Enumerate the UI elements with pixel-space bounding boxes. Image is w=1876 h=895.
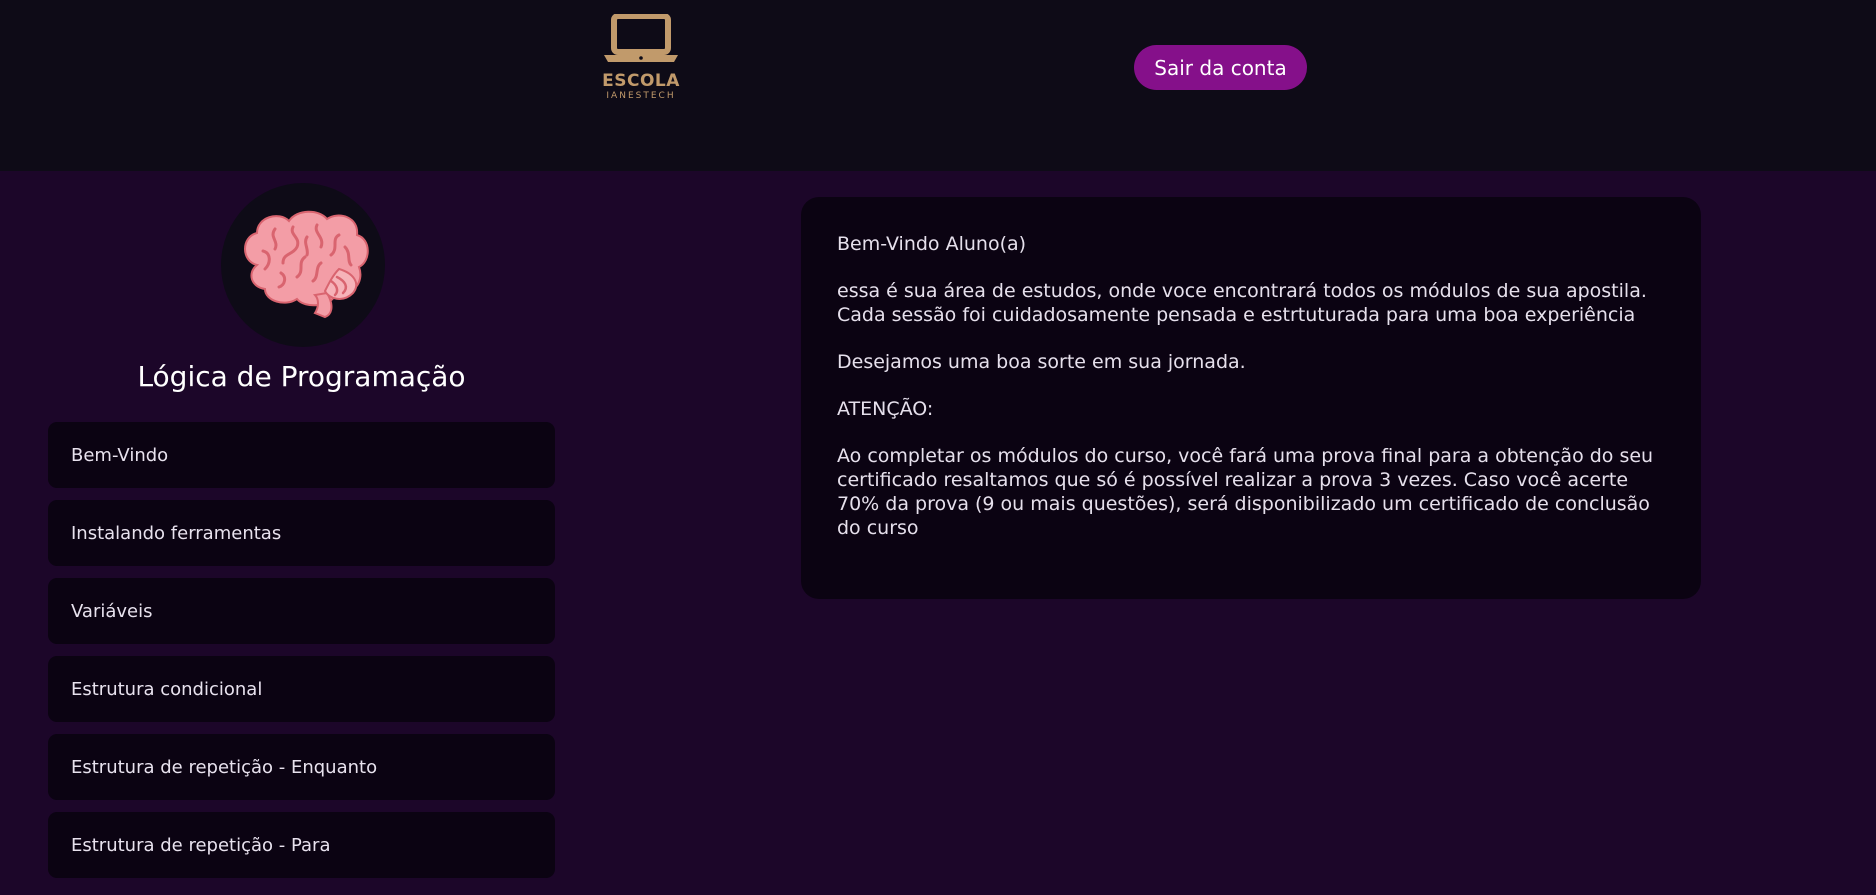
laptop-icon <box>602 14 680 64</box>
course-avatar <box>221 183 385 347</box>
course-title: Lógica de Programação <box>137 360 466 393</box>
welcome-wish: Desejamos uma boa sorte em sua jornada. <box>837 351 1246 373</box>
welcome-card: Bem-Vindo Aluno(a) essa é sua área de es… <box>801 197 1701 599</box>
brain-icon <box>235 207 371 323</box>
module-item-repeticao-enquanto[interactable]: Estrutura de repetição - Enquanto <box>48 734 555 800</box>
module-item-bem-vindo[interactable]: Bem-Vindo <box>48 422 555 488</box>
logo-title: ESCOLA <box>602 71 680 91</box>
logout-button[interactable]: Sair da conta <box>1134 45 1307 90</box>
module-list: Bem-Vindo Instalando ferramentas Variáve… <box>48 422 555 890</box>
module-item-estrutura-condicional[interactable]: Estrutura condicional <box>48 656 555 722</box>
school-logo[interactable]: ESCOLA IANESTECH <box>596 14 686 124</box>
module-item-repeticao-para[interactable]: Estrutura de repetição - Para <box>48 812 555 878</box>
attention-text: Ao completar os módulos do curso, você f… <box>837 445 1654 539</box>
logo-subtitle: IANESTECH <box>606 91 676 101</box>
attention-label: ATENÇÃO: <box>837 398 934 420</box>
top-header: ESCOLA IANESTECH Sair da conta <box>0 0 1876 171</box>
module-item-instalando-ferramentas[interactable]: Instalando ferramentas <box>48 500 555 566</box>
welcome-heading: Bem-Vindo Aluno(a) <box>837 233 1027 255</box>
course-sidebar: Lógica de Programação Bem-Vindo Instalan… <box>48 183 555 895</box>
welcome-intro: essa é sua área de estudos, onde voce en… <box>837 280 1647 326</box>
module-item-variaveis[interactable]: Variáveis <box>48 578 555 644</box>
